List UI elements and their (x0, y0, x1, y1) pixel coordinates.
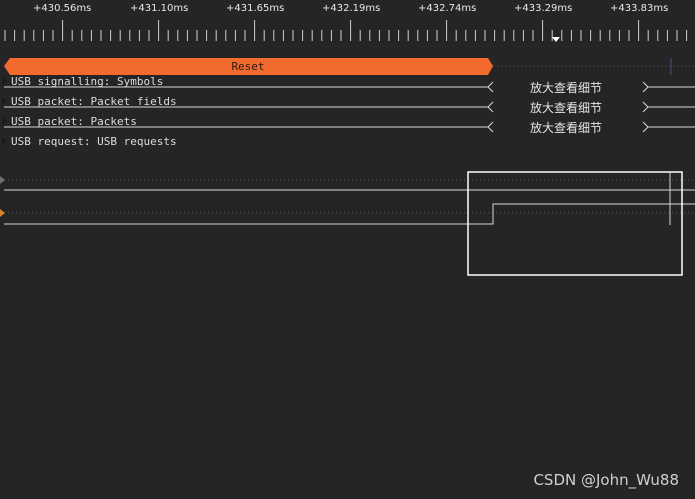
logic-channel-dm (0, 203, 695, 225)
row-label-packets[interactable]: USB packet: Packets (11, 115, 137, 128)
row-label-packet-fields[interactable]: USB packet: Packet fields (11, 95, 177, 108)
watermark: CSDN @John_Wu88 (533, 471, 679, 489)
reset-label: Reset (231, 60, 265, 73)
expand-arrow-icon[interactable] (2, 117, 7, 125)
row-label-usb-requests[interactable]: USB request: USB requests (11, 135, 177, 148)
expand-arrow-icon[interactable] (2, 77, 7, 85)
expand-arrow-icon[interactable] (2, 137, 7, 145)
zoom-hint: 放大查看细节 (530, 121, 603, 135)
zoom-hint: 放大查看细节 (530, 101, 603, 115)
selection-box[interactable] (467, 171, 683, 276)
zoom-hint: 放大查看细节 (530, 81, 603, 95)
expand-arrow-icon[interactable] (2, 97, 7, 105)
row-label-symbols[interactable]: USB signalling: Symbols (11, 75, 163, 88)
logic-channel-dp (0, 176, 695, 191)
